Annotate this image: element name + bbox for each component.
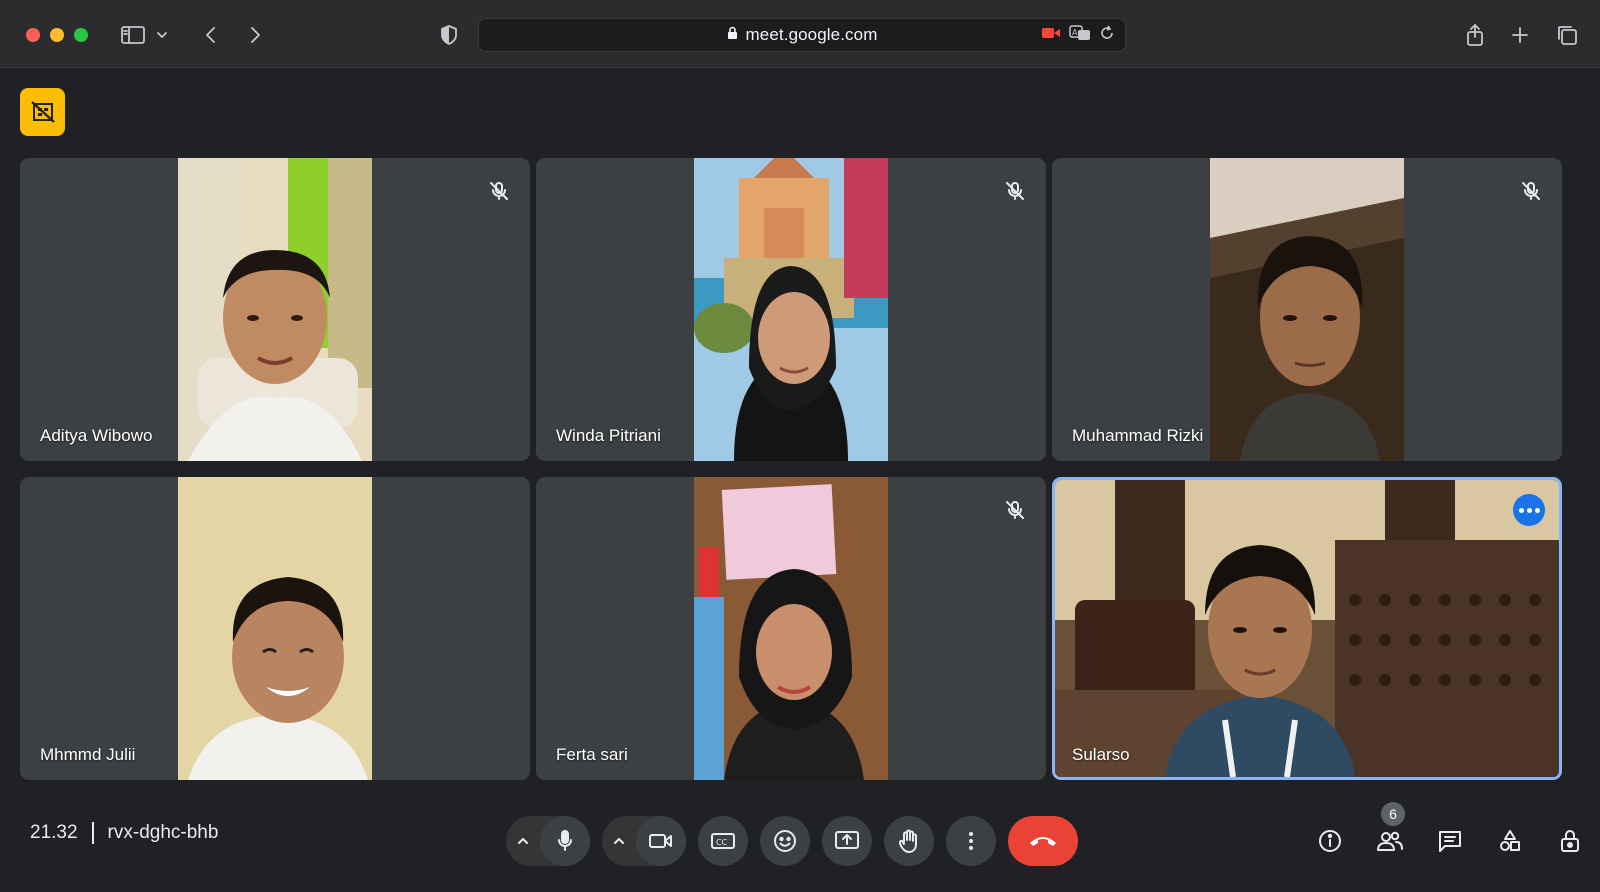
participant-tile[interactable]: Winda Pitriani	[536, 158, 1046, 461]
participant-name: Ferta sari	[556, 745, 628, 764]
mic-off-icon	[1002, 497, 1028, 523]
meet-stage: Aditya Wibowo Winda Pitriani Muhammad Ri…	[0, 68, 1600, 892]
tab-overview-icon[interactable]	[1554, 22, 1580, 48]
share-icon[interactable]	[1462, 22, 1488, 48]
reload-icon[interactable]	[1099, 25, 1115, 46]
meeting-time: 21.32	[30, 822, 78, 843]
participant-tile[interactable]: Mhmmd Julii	[20, 477, 530, 780]
privacy-shield-icon[interactable]	[436, 22, 462, 48]
camera-button[interactable]	[636, 816, 686, 866]
mic-off-icon	[1518, 178, 1544, 204]
meeting-info: 21.32 rvx-dghc-bhb	[30, 822, 218, 844]
translate-icon[interactable]: A	[1069, 25, 1091, 46]
emoji-reaction-button[interactable]	[760, 816, 810, 866]
url-text: meet.google.com	[745, 25, 878, 44]
video-options-chevron-up-icon[interactable]	[602, 816, 636, 866]
participant-grid: Aditya Wibowo Winda Pitriani Muhammad Ri…	[20, 158, 1582, 780]
svg-text:A: A	[1072, 28, 1078, 37]
participant-name: Sularso	[1072, 745, 1130, 764]
browser-titlebar: meet.google.com A	[0, 0, 1600, 68]
participant-video	[178, 477, 372, 780]
call-controls: CC	[506, 816, 1078, 866]
participant-tile[interactable]: Ferta sari	[536, 477, 1046, 780]
address-bar[interactable]: meet.google.com A	[478, 18, 1126, 52]
more-options-icon[interactable]	[1513, 494, 1545, 526]
participant-tile[interactable]: Muhammad Rizki	[1052, 158, 1562, 461]
raise-hand-button[interactable]	[884, 816, 934, 866]
back-button[interactable]	[198, 22, 224, 48]
host-controls-button[interactable]	[1540, 816, 1600, 866]
video-off-icon[interactable]	[20, 88, 65, 136]
participant-name: Muhammad Rizki	[1072, 426, 1204, 445]
camera-in-use-icon[interactable]	[1041, 26, 1061, 45]
minimize-window-button[interactable]	[50, 28, 64, 42]
more-options-button[interactable]	[946, 816, 996, 866]
participant-name: Aditya Wibowo	[40, 426, 153, 445]
people-button[interactable]: 6	[1360, 802, 1420, 866]
present-screen-button[interactable]	[822, 816, 872, 866]
microphone-button[interactable]	[540, 816, 590, 866]
close-window-button[interactable]	[26, 28, 40, 42]
meeting-code: rvx-dghc-bhb	[107, 822, 219, 843]
mic-off-icon	[486, 178, 512, 204]
svg-text:CC: CC	[716, 838, 728, 847]
new-tab-icon[interactable]	[1507, 22, 1533, 48]
microphone-control	[506, 816, 590, 866]
participant-video	[694, 158, 888, 461]
participant-name: Mhmmd Julii	[40, 745, 136, 764]
audio-options-chevron-up-icon[interactable]	[506, 816, 540, 866]
forward-button[interactable]	[242, 22, 268, 48]
meet-control-bar: 21.32 rvx-dghc-bhb CC 6	[0, 800, 1600, 892]
participant-video	[694, 477, 888, 780]
participant-tile[interactable]: Aditya Wibowo	[20, 158, 530, 461]
sidebar-toggle-icon[interactable]	[120, 22, 146, 48]
camera-control	[602, 816, 686, 866]
participant-count-badge: 6	[1381, 802, 1405, 826]
divider	[91, 822, 94, 844]
leave-call-button[interactable]	[1008, 816, 1078, 866]
participant-video	[1210, 158, 1404, 461]
lock-icon	[727, 26, 738, 45]
captions-button[interactable]: CC	[698, 816, 748, 866]
chat-button[interactable]	[1420, 816, 1480, 866]
meeting-side-controls: 6	[1300, 802, 1600, 866]
participant-video	[178, 158, 372, 461]
meeting-details-button[interactable]	[1300, 816, 1360, 866]
zoom-window-button[interactable]	[74, 28, 88, 42]
chevron-down-icon[interactable]	[154, 22, 170, 48]
participant-name: Winda Pitriani	[556, 426, 661, 445]
participant-video	[1055, 480, 1559, 777]
mic-off-icon	[1002, 178, 1028, 204]
activities-button[interactable]	[1480, 816, 1540, 866]
participant-tile-active[interactable]: Sularso	[1052, 477, 1562, 780]
